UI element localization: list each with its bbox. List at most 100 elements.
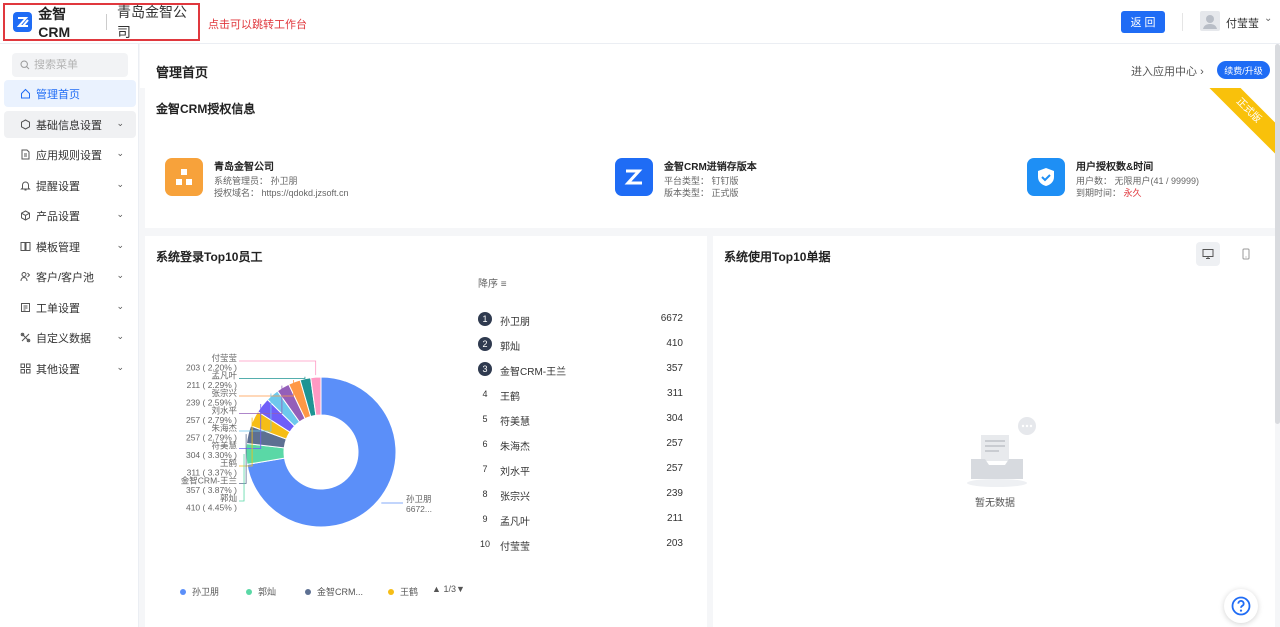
rank-employee-name: 付莹莹 <box>500 542 530 553</box>
company-info-block: 青岛金智公司 系统管理员： 孙卫朋 授权域名： https://qdokd.jz… <box>165 158 349 199</box>
rank-login-count: 410 <box>666 338 683 349</box>
chevron-down-icon: ⌄ <box>116 179 124 189</box>
sidebar-item-basic-info[interactable]: 基础信息设置 ⌄ <box>4 111 136 138</box>
pie-leader-line <box>239 380 295 397</box>
pie-label: 6672... <box>406 504 432 514</box>
pie-leader-line <box>239 393 272 432</box>
pie-label: 孟凡叶 <box>211 371 237 381</box>
version-info-block: 金智CRM进销存版本 平台类型： 钉钉版 版本类型： 正式版 <box>615 158 757 199</box>
sidebar-item-product[interactable]: 产品设置 ⌄ <box>4 202 136 229</box>
brand-name: 金智CRM <box>38 6 71 40</box>
sidebar-item-home[interactable]: 管理首页 <box>4 80 136 107</box>
ranking-row: 2 郭灿 410 <box>478 337 683 353</box>
pie-slice[interactable] <box>246 376 397 528</box>
rank-employee-name: 符美慧 <box>500 417 530 428</box>
back-button[interactable]: 返 回 <box>1121 11 1165 33</box>
company-name: 青岛金智公司 <box>214 162 274 173</box>
rank-number: 3 <box>478 362 492 376</box>
sort-icon: ≡ <box>500 279 507 290</box>
page-header: 管理首页 进入应用中心 › 续费/升级 <box>140 44 1280 88</box>
legend-item[interactable]: 郭灿 <box>246 585 276 598</box>
user-count-line: 用户数： 无限用户(41 / 99999) <box>1076 176 1200 186</box>
pie-label: 203 ( 2.20% ) <box>186 363 237 373</box>
sidebar-item-workorder[interactable]: 工单设置 ⌄ <box>4 294 136 321</box>
chevron-down-icon: ⌄ <box>116 240 124 250</box>
sidebar-item-customer[interactable]: 客户/客户池 ⌄ <box>4 263 136 290</box>
mobile-icon <box>1242 248 1250 260</box>
pie-label: 符美慧 <box>211 441 237 451</box>
chevron-down-icon: ⌄ <box>116 148 124 158</box>
rank-employee-name: 刘水平 <box>500 467 530 478</box>
pie-slice[interactable] <box>245 425 287 449</box>
pie-label: 311 ( 3.37% ) <box>187 468 238 478</box>
domain-line: 授权域名： https://qdokd.jzsoft.cn <box>214 188 349 198</box>
pie-leader-line <box>239 434 247 484</box>
sidebar-item-reminder[interactable]: 提醒设置 ⌄ <box>4 172 136 199</box>
grid-icon <box>20 363 31 374</box>
user-auth-block: 用户授权数&时间 用户数： 无限用户(41 / 99999) 到期时间： 永久 <box>1027 158 1199 199</box>
empty-inbox-icon <box>967 417 1036 487</box>
pie-slice[interactable] <box>266 390 301 427</box>
avatar[interactable] <box>1200 11 1220 31</box>
rank-login-count: 257 <box>666 463 683 474</box>
rank-login-count: 239 <box>666 488 683 499</box>
pie-slice[interactable] <box>250 410 291 440</box>
usage-top10-card: 系统使用Top10单据 暂无数据 <box>713 236 1275 627</box>
chevron-down-icon: ⌄ <box>116 118 124 128</box>
rank-number: 9 <box>482 514 488 524</box>
user-name[interactable]: 付莹莹 <box>1226 15 1259 31</box>
sidebar-item-app-rules[interactable]: 应用规则设置 ⌄ <box>4 141 136 168</box>
desktop-view-button[interactable] <box>1196 242 1220 266</box>
renew-upgrade-button[interactable]: 续费/升级 <box>1217 61 1270 79</box>
pie-leader-line <box>239 417 253 467</box>
rank-employee-name: 朱海杰 <box>500 442 530 453</box>
pie-label: 郭灿 <box>220 493 237 503</box>
pie-slice[interactable] <box>257 398 296 433</box>
pie-label: 239 ( 2.59% ) <box>186 398 237 408</box>
card-title: 系统使用Top10单据 <box>724 250 831 264</box>
pie-label: 304 ( 3.30% ) <box>186 450 237 460</box>
home-icon <box>21 88 30 99</box>
sidebar-item-label: 管理首页 <box>36 88 80 101</box>
legend-item[interactable]: 王鹤 <box>388 585 418 598</box>
triangle-down-icon[interactable]: ▼ <box>456 584 465 594</box>
sidebar-item-other[interactable]: 其他设置 ⌄ <box>4 355 136 382</box>
brand-separator <box>106 14 107 30</box>
expire-line: 到期时间： 永久 <box>1076 188 1142 198</box>
mobile-view-button[interactable] <box>1234 242 1258 266</box>
pie-slice[interactable] <box>310 376 322 416</box>
ranking-row: 7 刘水平 257 <box>478 462 683 478</box>
chevron-down-icon[interactable]: ⌄ <box>1264 13 1272 24</box>
sidebar-item-label: 基础信息设置 <box>36 119 102 132</box>
admin-line: 系统管理员： 孙卫朋 <box>214 176 298 186</box>
sidebar-item-template[interactable]: 模板管理 ⌄ <box>4 233 136 260</box>
brand-area[interactable]: 金智CRM 青岛金智公司 <box>3 3 200 41</box>
rank-employee-name: 孙卫朋 <box>500 317 530 328</box>
pie-slice[interactable] <box>299 377 317 418</box>
pie-label: 张宗兴 <box>211 388 237 398</box>
legend-pager[interactable]: ▲ 1/3▼ <box>432 584 465 594</box>
pie-leader-line <box>239 454 245 502</box>
page-scrollbar[interactable] <box>1275 44 1280 424</box>
pie-slice[interactable] <box>245 442 286 465</box>
triangle-up-icon[interactable]: ▲ <box>432 584 441 594</box>
sidebar-item-custom-data[interactable]: 自定义数据 ⌄ <box>4 324 136 351</box>
search-input[interactable] <box>34 59 124 71</box>
sidebar-item-label: 提醒设置 <box>36 180 80 193</box>
license-info-card: 金智CRM授权信息 正式版 青岛金智公司 系统管理员： 孙卫朋 授权域名： ht… <box>145 88 1275 228</box>
pie-slice[interactable] <box>288 379 312 420</box>
bell-icon <box>20 181 31 191</box>
enter-app-center-link[interactable]: 进入应用中心 › <box>1131 63 1204 79</box>
legend-item[interactable]: 孙卫朋 <box>180 585 219 598</box>
sort-toggle[interactable]: 降序 ≡ <box>478 275 507 290</box>
rank-employee-name: 王鹤 <box>500 392 520 403</box>
menu-search[interactable] <box>12 53 128 77</box>
rank-number: 10 <box>479 539 490 549</box>
pie-slice[interactable] <box>276 383 306 423</box>
document-icon <box>21 149 30 160</box>
contacts-icon <box>20 272 31 282</box>
help-button[interactable] <box>1224 589 1258 623</box>
monitor-icon <box>1202 249 1214 259</box>
legend-item[interactable]: 金智CRM... <box>305 585 363 598</box>
rank-login-count: 311 <box>667 388 683 399</box>
